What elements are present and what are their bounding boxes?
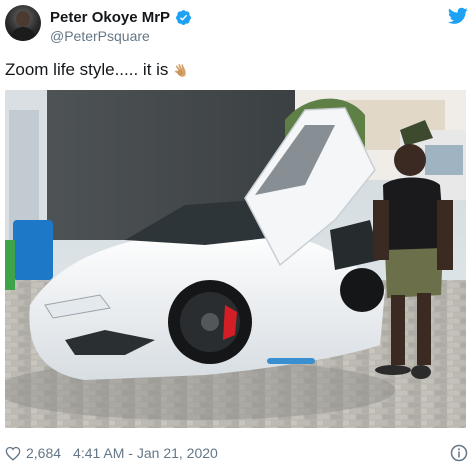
tweet-text: Zoom life style..... it is [5,60,190,80]
twitter-bird-icon[interactable] [448,7,468,25]
tweet-photo[interactable] [5,90,466,428]
heart-icon[interactable] [5,446,21,461]
ok-hand-emoji-icon [175,63,187,77]
author-display-name[interactable]: Peter Okoye MrP [50,9,170,26]
verified-badge-icon [176,9,191,25]
like-count: 2,684 [26,445,62,461]
author-name-row: Peter Okoye MrP [50,7,192,27]
tweet-footer: 2,684 4:41 AM - Jan 21, 2020 [5,444,218,462]
avatar[interactable] [5,5,41,41]
tweet-text-content: Zoom life style..... it is [5,60,169,79]
avatar-body [10,27,36,41]
tweet-timestamp[interactable]: 4:41 AM - Jan 21, 2020 [73,445,218,461]
info-icon[interactable] [450,444,468,462]
tweet-card: Peter Okoye MrP @PeterPsquare Zoom life … [0,0,476,472]
avatar-face [16,11,30,27]
author-handle[interactable]: @PeterPsquare [50,28,150,44]
